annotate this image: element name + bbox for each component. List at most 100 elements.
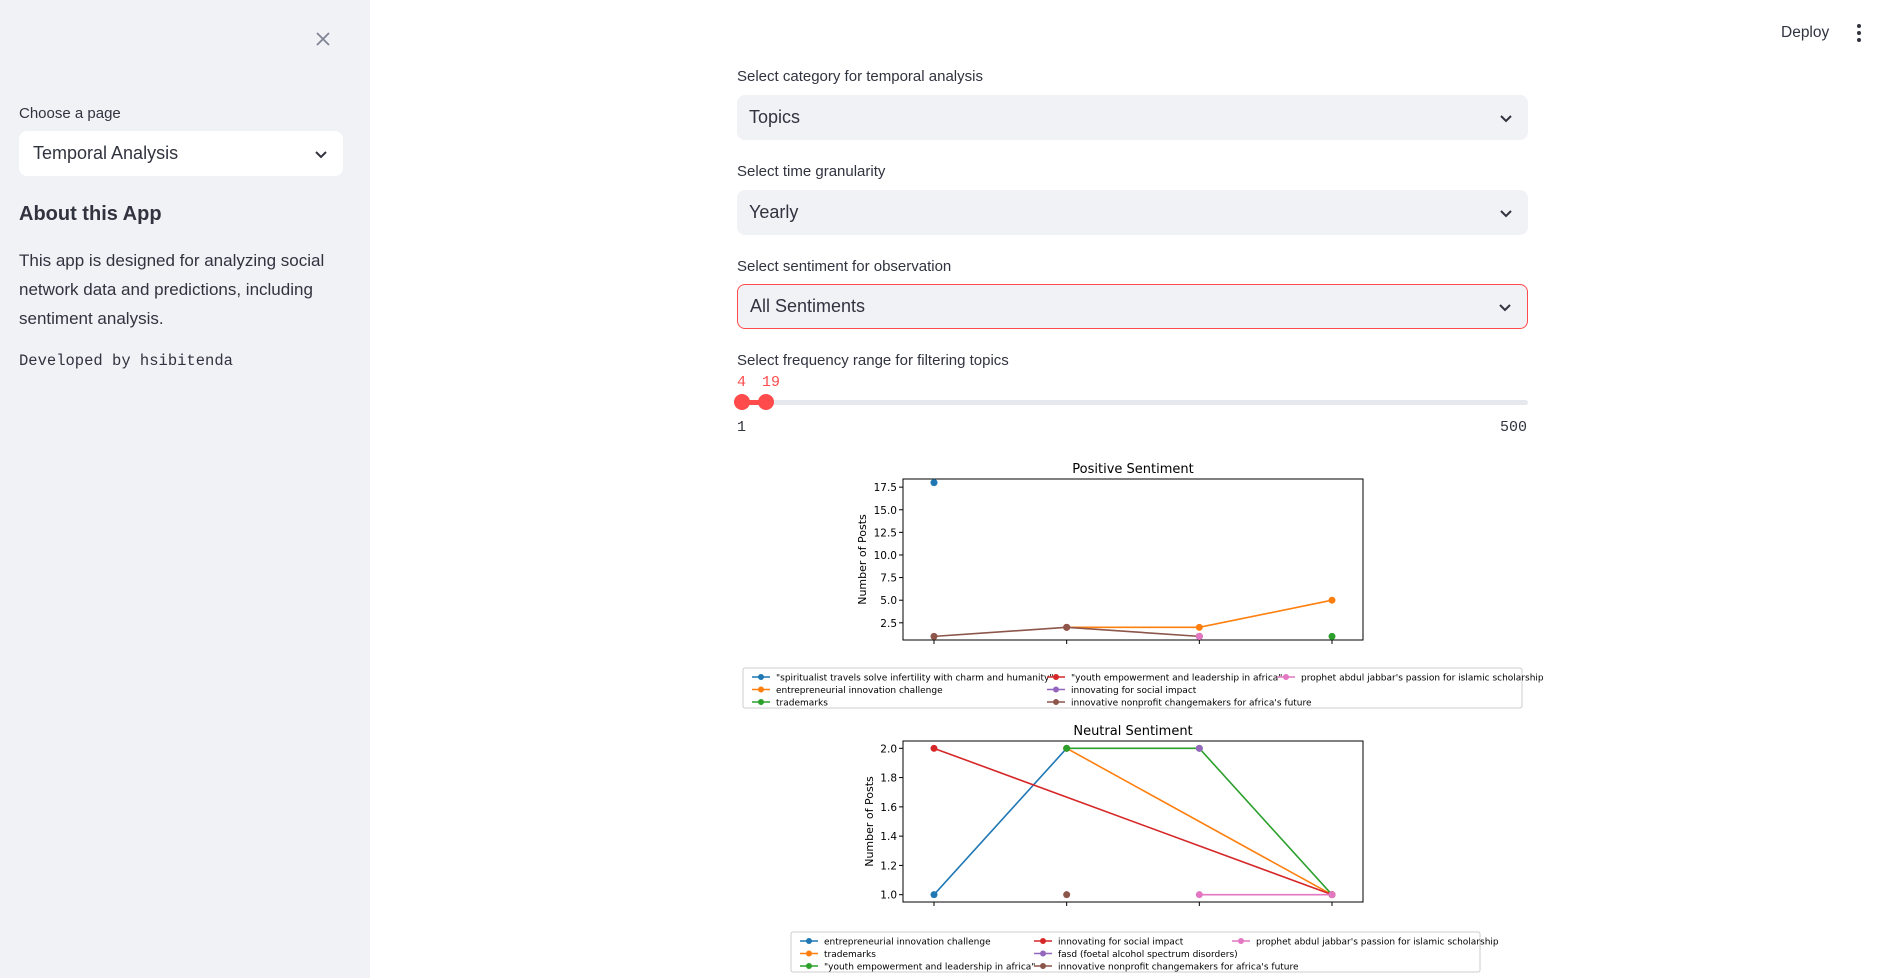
slider-max-label: 500	[1500, 419, 1528, 436]
page-select[interactable]: Temporal Analysis	[19, 131, 343, 176]
data-point	[1195, 744, 1203, 752]
legend-swatch-marker	[1040, 950, 1046, 957]
page-select-value: Temporal Analysis	[33, 143, 179, 163]
legend-entry: innovative nonprofit changemakers for af…	[1058, 963, 1299, 973]
series-line	[933, 747, 1068, 896]
sidebar: Choose a page Temporal Analysis About th…	[0, 0, 370, 978]
sentiment-label: Select sentiment for observation	[737, 258, 952, 275]
legend-box	[790, 931, 1481, 973]
category-select-value: Topics	[749, 107, 801, 127]
legend-entry: innovating for social impact	[1058, 938, 1184, 948]
category-select[interactable]: Topics	[737, 95, 1528, 140]
legend-swatch-marker	[1283, 674, 1289, 680]
granularity-select-value: Yearly	[749, 202, 799, 222]
legend-swatch-marker	[1040, 963, 1046, 969]
legend-entry: "spiritualist travels solve infertility …	[776, 674, 1053, 684]
data-point	[1195, 623, 1203, 631]
series-line	[1066, 747, 1333, 896]
frequency-label: Select frequency range for filtering top…	[737, 352, 1009, 369]
y-tick-label: 12.5	[874, 527, 897, 539]
legend-entry: prophet abdul jabbar's passion for islam…	[1256, 938, 1499, 948]
series-line	[1066, 599, 1333, 629]
data-point	[1195, 891, 1203, 899]
chevron-down-icon	[315, 150, 327, 158]
legend-entry: innovating for social impact	[1071, 686, 1197, 696]
series-line	[933, 747, 1333, 896]
sentiment-select[interactable]: All Sentiments	[737, 284, 1528, 329]
more-vertical-icon	[1857, 24, 1861, 28]
slider-min-label: 1	[737, 419, 747, 436]
y-tick-label: 1.8	[880, 773, 897, 785]
data-point	[930, 891, 938, 899]
main-menu-button[interactable]	[1852, 22, 1866, 44]
series-line	[933, 626, 1200, 638]
legend-entry: "youth empowerment and leadership in afr…	[1071, 674, 1282, 684]
legend-entry: prophet abdul jabbar's passion for islam…	[1301, 674, 1544, 684]
data-point	[1328, 632, 1336, 640]
y-tick-label: 1.2	[880, 860, 897, 872]
y-tick-label: 15.0	[874, 505, 897, 517]
legend-entry: trademarks	[824, 950, 876, 960]
chevron-down-icon	[1500, 209, 1512, 217]
deploy-button[interactable]: Deploy	[1781, 24, 1829, 42]
about-text: This app is designed for analyzing socia…	[19, 251, 325, 328]
data-point	[930, 479, 938, 487]
legend-entry: innovative nonprofit changemakers for af…	[1071, 699, 1312, 709]
plot-frame	[902, 740, 1364, 903]
y-tick-label: 1.0	[880, 890, 897, 902]
slider-low-value: 4	[737, 374, 747, 391]
legend-swatch-marker	[758, 699, 764, 705]
legend-entry: trademarks	[776, 699, 828, 709]
legend-entry: entrepreneurial innovation challenge	[776, 686, 943, 696]
legend-swatch-marker	[758, 674, 764, 680]
chevron-down-icon	[1500, 114, 1512, 122]
granularity-select[interactable]: Yearly	[737, 190, 1528, 235]
frequency-slider-track[interactable]	[742, 400, 1528, 405]
developer-credit: Developed by hsibitenda	[19, 352, 233, 370]
chart-positive: Positive Sentiment 2.5 5.0 7.5 10.0 12.5 15.0 1…	[742, 462, 1544, 709]
y-tick-label: 1.4	[880, 831, 897, 843]
data-point	[1195, 632, 1203, 640]
slider-high-value: 19	[762, 374, 781, 391]
data-point	[1328, 891, 1336, 899]
legend-swatch-marker	[1238, 938, 1244, 944]
legend-entry: "youth empowerment and leadership in afr…	[824, 963, 1035, 973]
frequency-slider-low-thumb[interactable]	[734, 394, 750, 410]
data-point	[930, 632, 938, 640]
legend-swatch-marker	[1053, 699, 1059, 705]
legend-swatch-marker	[758, 686, 764, 693]
legend-swatch-marker	[1053, 686, 1059, 693]
legend-swatch-marker	[806, 938, 812, 944]
legend-swatch-marker	[1053, 674, 1059, 680]
data-point	[1195, 632, 1203, 640]
y-tick-label: 10.0	[874, 550, 897, 562]
legend-swatch-marker	[806, 963, 812, 969]
data-point	[1328, 891, 1336, 899]
frequency-slider-high-thumb[interactable]	[758, 394, 774, 410]
data-point	[1195, 632, 1203, 640]
data-point	[1063, 744, 1071, 752]
y-tick-label: 2.5	[880, 618, 897, 630]
about-title: About this App	[19, 203, 162, 225]
chart-title: Positive Sentiment	[1072, 462, 1193, 477]
close-sidebar-button[interactable]	[310, 26, 336, 52]
y-axis-label: Number of Posts	[856, 514, 869, 605]
y-tick-label: 17.5	[874, 482, 897, 494]
y-tick-label: 7.5	[880, 573, 897, 585]
legend-box	[742, 667, 1523, 709]
category-label: Select category for temporal analysis	[737, 68, 983, 85]
data-point	[1063, 744, 1071, 752]
data-point	[1328, 596, 1336, 604]
data-point	[930, 744, 938, 752]
page-select-label: Choose a page	[19, 105, 121, 122]
granularity-label: Select time granularity	[737, 163, 886, 180]
close-icon	[316, 32, 330, 46]
data-point	[1063, 744, 1071, 752]
plot-frame	[902, 478, 1364, 641]
y-tick-label: 2.0	[880, 743, 897, 755]
data-point	[1328, 891, 1336, 899]
chevron-down-icon	[1499, 303, 1511, 311]
chart-neutral: Neutral Sentiment 1.0 1.2 1.4 1.6 1.8 2.0 Numbe…	[790, 724, 1499, 973]
data-point	[1195, 744, 1203, 752]
legend-swatch-marker	[806, 950, 812, 957]
